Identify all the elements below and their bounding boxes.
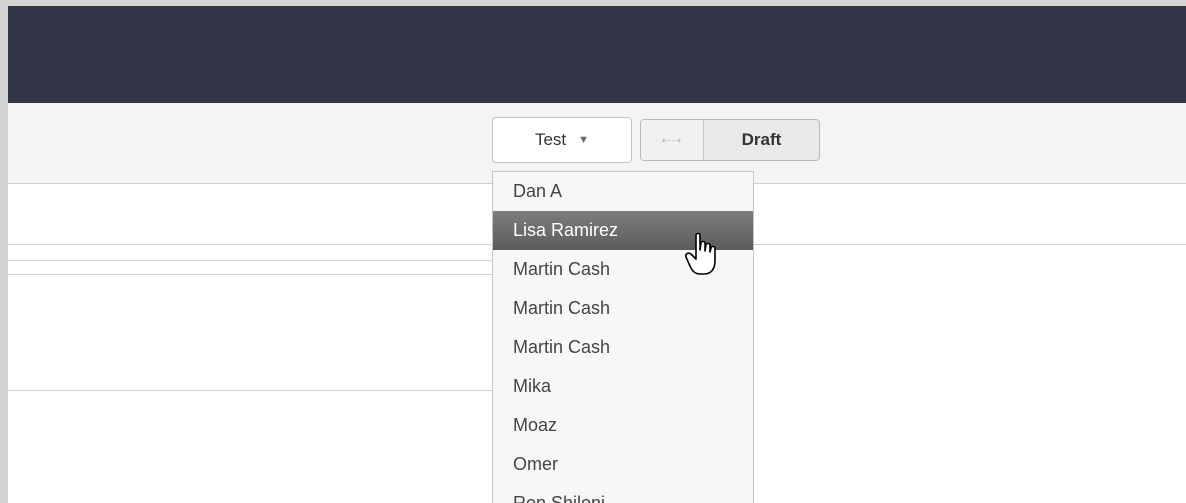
dropdown-item[interactable]: Martin Cash <box>493 328 753 367</box>
app-window: Test ▼ ⇠⇢ Draft Dan A Lisa Ramirez Marti… <box>0 0 1186 503</box>
dropdown-item[interactable]: Moaz <box>493 406 753 445</box>
user-dropdown-list[interactable]: Dan A Lisa Ramirez Martin Cash Martin Ca… <box>492 171 754 503</box>
draft-button[interactable]: Draft <box>704 120 819 160</box>
environment-select[interactable]: Test ▼ <box>492 117 632 163</box>
hand-pointer-icon <box>685 232 716 275</box>
dropdown-item[interactable]: Omer <box>493 445 753 484</box>
dropdown-item[interactable]: Mika <box>493 367 753 406</box>
environment-select-value: Test <box>534 130 567 149</box>
dropdown-item[interactable]: Dan A <box>493 172 753 211</box>
mode-toggle[interactable]: ⇠⇢ Draft <box>640 119 820 161</box>
panel-divider <box>8 390 492 391</box>
panel-divider <box>8 260 492 261</box>
swap-arrows-icon[interactable]: ⇠⇢ <box>641 120 704 160</box>
panel-divider <box>8 274 492 275</box>
header-bar <box>8 6 1186 103</box>
dropdown-item[interactable]: Ron Shiloni <box>493 484 753 503</box>
caret-down-icon: ▼ <box>578 134 590 146</box>
dropdown-item[interactable]: Martin Cash <box>493 289 753 328</box>
